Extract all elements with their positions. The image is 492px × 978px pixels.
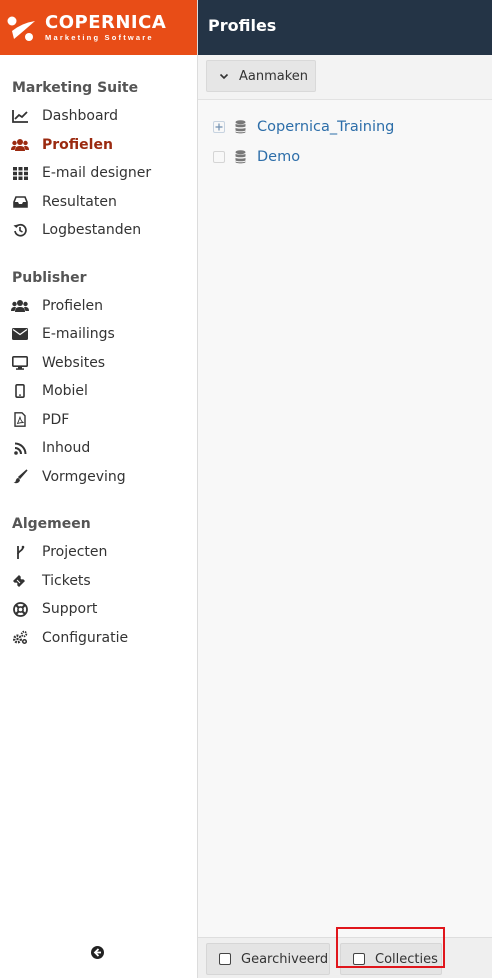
sidebar-item-label: Websites [42, 354, 106, 371]
page-title: Profiles [208, 16, 277, 35]
lifebuoy-icon [11, 600, 29, 618]
expand-icon[interactable] [213, 121, 225, 133]
database-icon [235, 120, 246, 134]
sidebar-item-vormgeving[interactable]: Vormgeving [0, 463, 197, 492]
section-title-marketing-suite: Marketing Suite [12, 80, 139, 96]
create-button[interactable]: Aanmaken [206, 60, 316, 92]
sidebar-item-dashboard[interactable]: Dashboard [0, 102, 197, 131]
header-bar: Profiles [198, 0, 492, 55]
inbox-icon [11, 193, 29, 211]
sidebar-item-publisher-profielen[interactable]: Profielen [0, 292, 197, 321]
archived-label: Gearchiveerd [241, 951, 329, 967]
sidebar-item-projecten[interactable]: Projecten [0, 538, 197, 567]
section-title-publisher: Publisher [12, 269, 87, 286]
sidebar-item-e-mailings[interactable]: E-mailings [0, 320, 197, 349]
brand-title: COPERNICA [45, 11, 167, 33]
collapse-sidebar-icon[interactable] [90, 945, 105, 960]
sidebar-item-websites[interactable]: Websites [0, 349, 197, 378]
sidebar-item-label: Configuratie [42, 629, 129, 646]
sidebar-item-resultaten[interactable]: Resultaten [0, 188, 197, 217]
sidebar-item-configuratie[interactable]: Configuratie [0, 624, 197, 653]
mobile-icon [11, 382, 29, 400]
chevron-down-icon [219, 73, 229, 79]
sidebar-item-label: Profielen [42, 297, 104, 314]
sidebar-item-label: E-mail designer [42, 165, 152, 182]
sidebar-item-label: Profielen [42, 136, 113, 153]
database-icon [235, 150, 246, 164]
sidebar-item-tickets[interactable]: Tickets [0, 567, 197, 596]
sidebar-item-profielen[interactable]: Profielen [0, 131, 197, 160]
sidebar-item-inhoud[interactable]: Inhoud [0, 434, 197, 463]
collections-toggle[interactable]: Collecties [340, 943, 442, 975]
tree-item-label[interactable]: Demo [257, 149, 300, 165]
sidebar-item-label: PDF [42, 411, 70, 428]
sidebar-item-label: E-mailings [42, 326, 115, 343]
history-icon [11, 221, 29, 239]
archived-checkbox[interactable] [219, 953, 231, 965]
sidebar-item-label: Tickets [42, 572, 91, 589]
brush-icon [11, 468, 29, 486]
users-icon [11, 297, 29, 315]
profiles-tree: Copernica_Training Demo [198, 100, 492, 172]
sidebar-item-email-designer[interactable]: E-mail designer [0, 159, 197, 188]
brand-logo[interactable]: COPERNICA Marketing Software [0, 0, 197, 55]
sidebar-item-logbestanden[interactable]: Logbestanden [0, 216, 197, 245]
collections-label: Collecties [375, 951, 438, 967]
footer-filter-bar: Gearchiveerd Collecties [198, 937, 492, 978]
users-icon [11, 136, 29, 154]
sidebar-item-label: Inhoud [42, 440, 91, 457]
cogs-icon [11, 629, 29, 647]
toolbar: Aanmaken [198, 55, 492, 100]
grid-icon [11, 164, 29, 182]
sidebar-item-label: Support [42, 601, 98, 618]
chart-line-icon [11, 107, 29, 125]
empty-toggle-icon [213, 151, 225, 163]
sidebar-item-label: Mobiel [42, 383, 88, 400]
sidebar-item-support[interactable]: Support [0, 595, 197, 624]
rss-icon [11, 439, 29, 457]
brand-subtitle: Marketing Software [45, 32, 154, 42]
section-title-algemeen: Algemeen [12, 516, 91, 532]
collections-checkbox[interactable] [353, 953, 365, 965]
tree-item-label[interactable]: Copernica_Training [257, 119, 394, 135]
envelope-icon [11, 325, 29, 343]
sidebar: COPERNICA Marketing Software Marketing S… [0, 0, 198, 978]
ticket-icon [11, 572, 29, 590]
create-button-label: Aanmaken [239, 68, 309, 84]
sidebar-item-label: Logbestanden [42, 222, 142, 239]
sidebar-item-mobiel[interactable]: Mobiel [0, 377, 197, 406]
sidebar-item-pdf[interactable]: PDF [0, 406, 197, 435]
branch-icon [11, 543, 29, 561]
desktop-icon [11, 354, 29, 372]
sidebar-item-label: Resultaten [42, 193, 117, 210]
sidebar-item-label: Dashboard [42, 108, 118, 125]
pdf-icon [11, 411, 29, 429]
tree-item-demo[interactable]: Demo [198, 142, 492, 172]
sidebar-item-label: Vormgeving [42, 468, 126, 485]
sidebar-menu: Marketing Suite Dashboard Profielen E-ma… [0, 55, 197, 652]
archived-toggle[interactable]: Gearchiveerd [206, 943, 330, 975]
sidebar-item-label: Projecten [42, 544, 108, 561]
copernica-logo-icon [7, 16, 35, 41]
tree-item-copernica-training[interactable]: Copernica_Training [198, 112, 492, 142]
